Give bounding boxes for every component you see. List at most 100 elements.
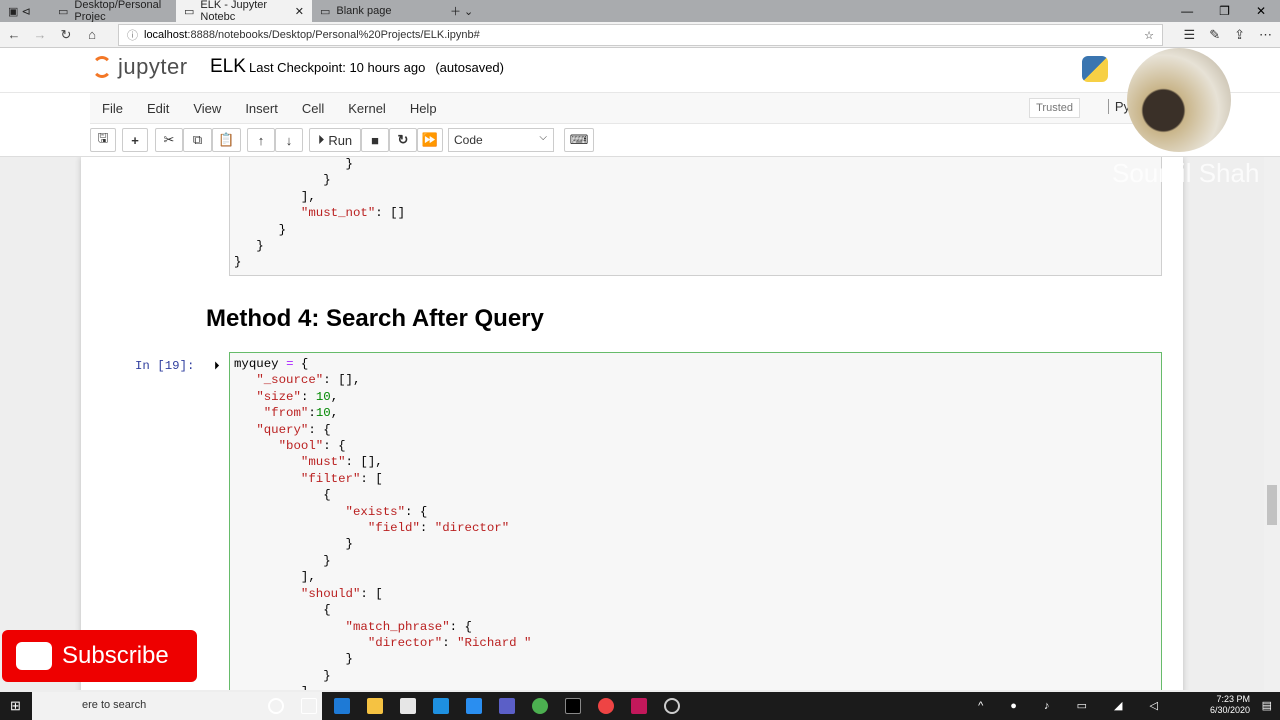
markdown-heading: Method 4: Search After Query — [206, 305, 544, 332]
jupyter-logo[interactable]: jupyter — [92, 54, 188, 80]
arrow-up-icon: ↑ — [257, 132, 265, 148]
notebook-container: } } ], "must_not": [] } } } Method 4: Se… — [81, 157, 1183, 690]
menu-view[interactable]: View — [181, 101, 233, 116]
menu-edit[interactable]: Edit — [135, 101, 181, 116]
arrow-down-icon: ↓ — [285, 132, 293, 148]
restore-icon[interactable]: ❐ — [1219, 4, 1230, 18]
run-cell-icon[interactable]: ⏵ — [214, 360, 220, 373]
checkpoint-text: Last Checkpoint: 10 hours ago — [249, 60, 426, 75]
trusted-badge[interactable]: Trusted — [1029, 98, 1080, 118]
url-path: :8888/notebooks/Desktop/Personal%20Proje… — [187, 29, 480, 41]
menu-help[interactable]: Help — [398, 101, 449, 116]
close-window-icon[interactable]: ✕ — [1256, 4, 1266, 18]
menu-kernel[interactable]: Kernel — [336, 101, 398, 116]
task-view-icon[interactable] — [301, 698, 317, 714]
cell-type-value: Code — [454, 133, 483, 147]
restart-button[interactable]: ↻ — [389, 128, 417, 152]
keyboard-icon: ⌨ — [569, 132, 589, 147]
input-prompt: In [19]: — [135, 359, 195, 373]
favorites-list-icon[interactable]: ☰ — [1184, 27, 1196, 43]
previous-code: } } ], "must_not": [] } } } — [234, 157, 406, 270]
edge-icon[interactable] — [334, 698, 350, 714]
scrollbar-thumb[interactable] — [1267, 485, 1277, 525]
menu-insert[interactable]: Insert — [233, 101, 290, 116]
windows-start-icon[interactable]: ⊞ — [10, 698, 21, 714]
taskbar-apps — [268, 698, 680, 714]
menu-file[interactable]: File — [90, 101, 135, 116]
back-icon[interactable]: ← — [1, 27, 27, 42]
jupyter-logo-icon — [92, 56, 112, 78]
taskbar: ⊞ ere to search ^ ● ♪ ▭ ◢ ◁ 7:23 PM 6/30/… — [0, 692, 1280, 720]
store-icon[interactable] — [400, 698, 416, 714]
paste-button[interactable]: 📋 — [212, 128, 241, 152]
browser-tab-active[interactable]: ▭ ELK - Jupyter Notebc ✕ — [176, 0, 312, 23]
chrome-icon[interactable] — [598, 698, 614, 714]
webcam-overlay — [1127, 48, 1231, 152]
url-input[interactable]: ⓘ localhost:8888/notebooks/Desktop/Person… — [118, 24, 1163, 46]
page-icon: ▭ — [58, 5, 69, 18]
share-icon[interactable]: ⇪ — [1234, 27, 1245, 43]
chevron-down-icon: ⌵ — [539, 132, 547, 143]
teams-icon[interactable] — [499, 698, 515, 714]
app-icon[interactable] — [532, 698, 548, 714]
python-logo-icon — [1082, 56, 1108, 82]
refresh-icon[interactable]: ↻ — [53, 27, 79, 43]
browser-tab[interactable]: ▭ Blank page — [312, 0, 442, 22]
forward-icon[interactable]: → — [27, 27, 53, 42]
url-host: localhost — [144, 29, 188, 41]
youtube-play-icon — [16, 642, 52, 670]
subscribe-button[interactable]: Subscribe — [2, 630, 197, 682]
favorite-icon[interactable]: ☆ — [1144, 29, 1154, 42]
vertical-scrollbar[interactable] — [1264, 157, 1280, 690]
mail-icon[interactable] — [433, 698, 449, 714]
address-bar-row: ← → ↻ ⌂ ⓘ localhost:8888/notebooks/Deskto… — [0, 22, 1280, 48]
checkpoint-status: Last Checkpoint: 10 hours ago (autosaved) — [249, 60, 504, 75]
obs-icon[interactable] — [664, 698, 680, 714]
jetbrains-icon[interactable] — [631, 698, 647, 714]
window-controls: — ❐ ✕ — [1181, 4, 1280, 18]
terminal-icon[interactable] — [565, 698, 581, 714]
browser-actions: ☰ ✎ ⇪ ⋯ — [1184, 22, 1280, 48]
menu-cell[interactable]: Cell — [290, 101, 336, 116]
autosave-text: (autosaved) — [435, 60, 504, 75]
cell-type-select[interactable]: Code ⌵ — [448, 128, 554, 152]
active-code-cell[interactable]: myquey = { "_source": [], "size": 10, "f… — [229, 352, 1162, 690]
code-editor[interactable]: myquey = { "_source": [], "size": 10, "f… — [234, 356, 1157, 690]
app-l-icon[interactable] — [466, 698, 482, 714]
notifications-icon[interactable]: ▤ — [1262, 699, 1272, 712]
info-icon: ⓘ — [127, 30, 138, 42]
cortana-icon[interactable] — [268, 698, 284, 714]
logo-text: jupyter — [118, 54, 188, 79]
home-icon[interactable]: ⌂ — [79, 27, 105, 42]
save-button[interactable]: 🖫 — [90, 128, 116, 152]
command-palette-button[interactable]: ⌨ — [564, 128, 594, 152]
clock[interactable]: 7:23 PM 6/30/2020 — [1210, 694, 1250, 716]
save-icon: 🖫 — [97, 130, 109, 145]
move-up-button[interactable]: ↑ — [247, 128, 275, 152]
pen-icon[interactable]: ✎ — [1209, 27, 1220, 43]
subscribe-label: Subscribe — [62, 642, 169, 669]
fast-forward-icon: ⏩ — [421, 132, 439, 147]
more-icon[interactable]: ⋯ — [1259, 27, 1272, 43]
date: 6/30/2020 — [1209, 705, 1250, 715]
notebook-name[interactable]: ELK — [210, 56, 246, 78]
minimize-icon[interactable]: — — [1181, 4, 1193, 18]
restart-run-all-button[interactable]: ⏩ — [417, 128, 443, 152]
new-tab-button[interactable]: ＋ ⌄ — [442, 0, 481, 22]
move-down-button[interactable]: ↓ — [275, 128, 303, 152]
copy-button[interactable]: ⧉ — [183, 128, 212, 152]
close-tab-icon[interactable]: ✕ — [295, 5, 304, 18]
browser-tab-bar: ▣ ⊲ ▭ Desktop/Personal Projec ▭ ELK - Jupy… — [0, 0, 1280, 23]
restart-icon: ↻ — [397, 132, 409, 147]
cut-button[interactable]: ✂ — [155, 128, 183, 152]
insert-cell-button[interactable]: + — [122, 128, 148, 152]
browser-tab[interactable]: ▭ Desktop/Personal Projec — [50, 0, 176, 23]
previous-code-cell[interactable]: } } ], "must_not": [] } } } — [229, 157, 1162, 276]
system-tray-icons[interactable]: ^ ● ♪ ▭ ◢ ◁ — [978, 699, 1170, 712]
file-explorer-icon[interactable] — [367, 698, 383, 714]
search-placeholder: ere to search — [82, 699, 147, 711]
run-button[interactable]: ⏵ Run — [309, 128, 361, 152]
tab-actions-icon[interactable]: ▣ ⊲ — [0, 0, 50, 22]
interrupt-button[interactable]: ■ — [361, 128, 389, 152]
run-label: Run — [328, 132, 353, 148]
